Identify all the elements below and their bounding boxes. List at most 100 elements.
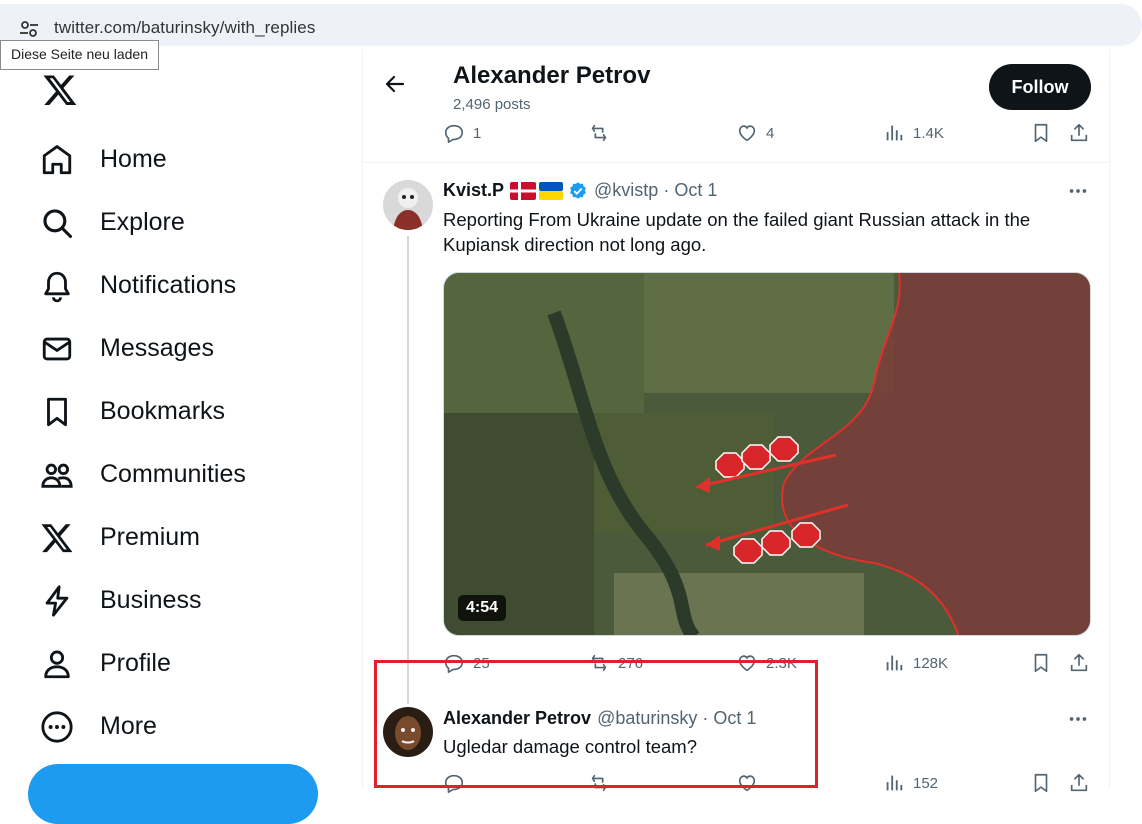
views-icon	[886, 655, 903, 671]
divider	[363, 162, 1109, 163]
nav-label: Explore	[100, 208, 185, 236]
separator-dot: ·	[702, 708, 709, 728]
author-handle[interactable]: @baturinsky	[597, 708, 697, 729]
nav-label: Business	[100, 586, 202, 614]
nav-profile[interactable]: Profile	[40, 632, 246, 695]
map-video-image	[444, 273, 1090, 635]
video-thumbnail[interactable]: 4:54	[443, 272, 1091, 636]
more-options-icon[interactable]	[1067, 180, 1089, 202]
tweet-date[interactable]: Oct 1	[674, 180, 717, 201]
url-field[interactable]: twitter.com/baturinsky/with_replies	[0, 4, 1142, 46]
nav-label: Notifications	[100, 271, 237, 299]
repost-button[interactable]: 276	[588, 652, 643, 674]
reply-button[interactable]: 1	[443, 122, 481, 144]
nav-more[interactable]: More	[40, 695, 246, 758]
tweet2-actions: 152	[443, 772, 1091, 802]
person-icon	[44, 650, 70, 678]
more-options-icon[interactable]	[1067, 708, 1089, 730]
primary-nav: Home Explore Notifications Messages Book…	[40, 128, 246, 758]
ukraine-flag-icon	[539, 181, 564, 200]
repost-icon	[591, 124, 607, 142]
nav-communities[interactable]: Communities	[40, 443, 246, 506]
reload-tooltip: Diese Seite neu laden	[0, 40, 159, 70]
like-button[interactable]: 2.3K	[736, 652, 797, 674]
author-name[interactable]: Alexander Petrov	[443, 708, 591, 729]
profile-header: Alexander Petrov 2,496 posts Follow	[363, 50, 1109, 116]
follow-button[interactable]: Follow	[989, 64, 1091, 110]
main-column: 1 4 1.4K Alexander Petrov 2,496 posts Fo…	[362, 50, 1110, 793]
repost-button[interactable]	[588, 772, 618, 794]
nav-explore[interactable]: Explore	[40, 191, 246, 254]
bookmark-icon	[1034, 653, 1048, 673]
reply-button[interactable]	[443, 772, 473, 794]
nav-messages[interactable]: Messages	[40, 317, 246, 380]
avatar-kvistp[interactable]	[383, 180, 433, 230]
avatar-baturinsky[interactable]	[383, 707, 433, 757]
reply-icon	[444, 124, 464, 143]
nav-label: More	[100, 712, 157, 740]
people-icon	[41, 463, 73, 488]
verified-badge-icon[interactable]	[568, 181, 588, 201]
views-icon	[886, 775, 903, 791]
denmark-flag-icon	[510, 181, 537, 200]
author-name[interactable]: Kvist.P	[443, 180, 504, 201]
nav-notifications[interactable]: Notifications	[40, 254, 246, 317]
bookmark-button[interactable]	[1030, 772, 1060, 794]
bookmark-button[interactable]	[1030, 122, 1060, 144]
profile-name: Alexander Petrov	[453, 62, 651, 89]
url-text[interactable]: twitter.com/baturinsky/with_replies	[54, 18, 315, 38]
repost-button[interactable]	[588, 122, 618, 144]
repost-icon	[591, 774, 607, 792]
nav-label: Home	[100, 145, 167, 173]
separator-dot: ·	[663, 180, 670, 200]
x-logo-icon[interactable]	[42, 72, 78, 108]
prev-tweet-actions: 1 4 1.4K	[443, 122, 1091, 152]
share-button[interactable]	[1068, 772, 1098, 794]
tweet-date[interactable]: Oct 1	[713, 708, 756, 729]
back-arrow-icon[interactable]	[383, 72, 407, 96]
tweet-text: Reporting From Ukraine update on the fai…	[443, 209, 1031, 255]
nav-home[interactable]: Home	[40, 128, 246, 191]
nav-label: Communities	[100, 460, 246, 488]
nav-label: Profile	[100, 649, 171, 677]
reply-icon	[444, 774, 464, 793]
home-icon	[42, 144, 72, 174]
lightning-icon	[45, 584, 69, 617]
author-handle[interactable]: @kvistp	[594, 180, 658, 201]
bookmark-icon	[1034, 773, 1048, 793]
nav-premium[interactable]: Premium	[40, 506, 246, 569]
nav-label: Premium	[100, 523, 201, 551]
nav-business[interactable]: Business	[40, 569, 246, 632]
like-button[interactable]	[736, 772, 766, 794]
tweet-header: Kvist.P @kvistp · Oct 1	[443, 180, 717, 201]
share-icon	[1070, 773, 1088, 792]
share-button[interactable]	[1068, 122, 1098, 144]
nav-label: Messages	[100, 334, 214, 362]
nav-bookmarks[interactable]: Bookmarks	[40, 380, 246, 443]
views-button[interactable]: 152	[883, 772, 938, 794]
share-icon	[1070, 653, 1088, 672]
tweet1-actions: 25 276 2.3K 128K	[443, 652, 1091, 682]
post-button[interactable]	[28, 764, 318, 824]
like-button[interactable]: 4	[736, 122, 774, 144]
share-icon	[1070, 123, 1088, 142]
bell-icon	[44, 271, 70, 302]
avatar-image	[383, 707, 433, 757]
site-settings-icon[interactable]	[18, 18, 40, 40]
video-duration: 4:54	[458, 595, 507, 621]
tweet-header: Alexander Petrov @baturinsky · Oct 1	[443, 708, 756, 729]
reply-button[interactable]: 25	[443, 652, 490, 674]
share-button[interactable]	[1068, 652, 1098, 674]
heart-icon	[738, 655, 756, 672]
thread-line	[407, 236, 409, 704]
bookmark-button[interactable]	[1030, 652, 1060, 674]
bookmark-icon	[1034, 123, 1048, 143]
avatar-image	[383, 180, 433, 230]
bookmark-icon	[47, 397, 67, 426]
browser-address-bar: twitter.com/baturinsky/with_replies	[0, 0, 1142, 50]
views-button[interactable]: 128K	[883, 652, 948, 674]
post-count: 2,496 posts	[453, 96, 531, 113]
more-circle-icon	[41, 710, 73, 743]
views-button[interactable]: 1.4K	[883, 122, 944, 144]
mail-icon	[42, 337, 72, 360]
